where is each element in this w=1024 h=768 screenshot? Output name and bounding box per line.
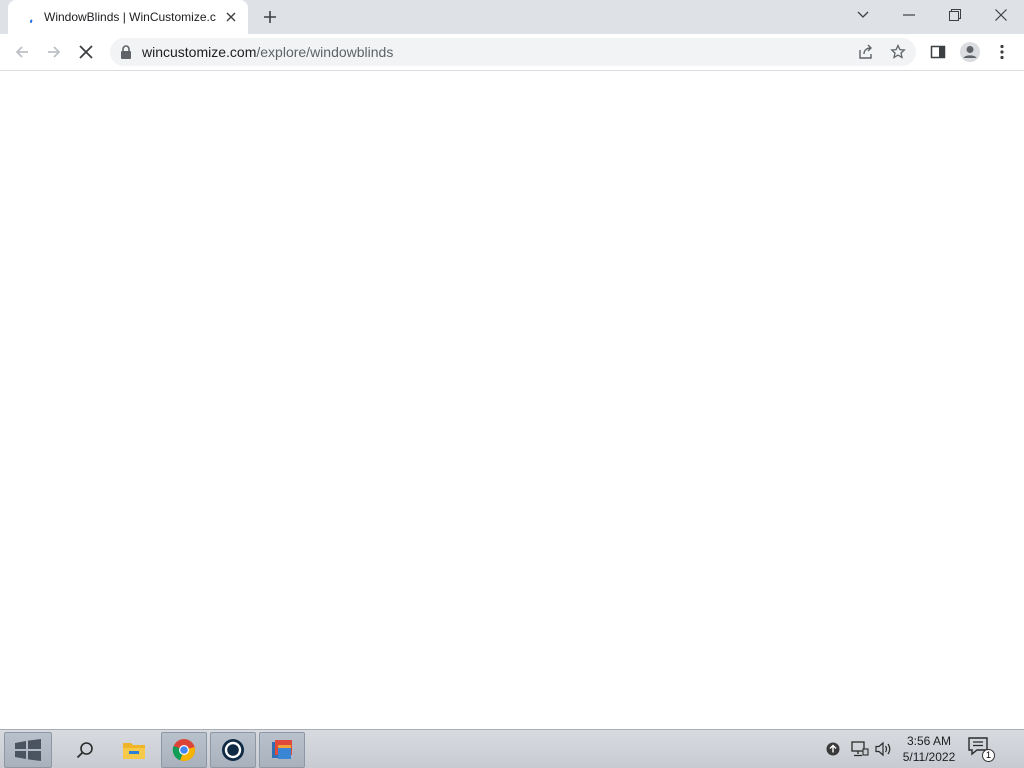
- notification-center-button[interactable]: 1: [968, 737, 995, 763]
- restore-icon[interactable]: [932, 0, 978, 30]
- file-explorer-icon[interactable]: [111, 732, 157, 768]
- star-icon[interactable]: [888, 42, 908, 62]
- lock-icon[interactable]: [120, 45, 132, 59]
- volume-icon[interactable]: [875, 740, 893, 758]
- start-button[interactable]: [4, 732, 52, 768]
- clock-time: 3:56 AM: [906, 734, 952, 748]
- profile-icon[interactable]: [956, 38, 984, 66]
- notification-count-badge: 1: [982, 749, 995, 762]
- close-icon[interactable]: [978, 0, 1024, 30]
- minimize-icon[interactable]: [886, 0, 932, 30]
- page-content: [0, 71, 1024, 729]
- close-icon: [79, 45, 93, 59]
- chrome-icon[interactable]: [161, 732, 207, 768]
- clock-date: 5/11/2022: [902, 750, 956, 764]
- chevron-down-icon[interactable]: [840, 0, 886, 30]
- share-icon[interactable]: [856, 42, 876, 62]
- network-icon[interactable]: [851, 740, 869, 758]
- start-icon: [15, 739, 41, 761]
- address-bar[interactable]: wincustomize.com/explore/windowblinds: [110, 38, 916, 66]
- close-icon[interactable]: [222, 8, 240, 26]
- plus-icon[interactable]: [258, 5, 282, 29]
- loading-spinner-icon: [28, 10, 42, 24]
- search-button[interactable]: [62, 732, 108, 768]
- tab-title: WindowBlinds | WinCustomize.com: [44, 10, 216, 24]
- search-icon: [76, 742, 93, 759]
- kebab-menu-icon[interactable]: [988, 38, 1016, 66]
- arrow-up-icon[interactable]: [824, 740, 842, 758]
- arrow-left-icon[interactable]: [8, 38, 36, 66]
- taskbar-clock[interactable]: 3:56 AM 5/11/2022: [900, 733, 958, 765]
- circle-app-icon[interactable]: [210, 732, 256, 768]
- arrow-right-icon[interactable]: [40, 38, 68, 66]
- browser-tab[interactable]: WindowBlinds | WinCustomize.com: [8, 0, 248, 34]
- taskbar: 3:56 AM 5/11/2022 1: [0, 729, 1024, 768]
- side-panel-icon[interactable]: [924, 38, 952, 66]
- url-path: /explore/windowblinds: [256, 44, 394, 60]
- url-host: wincustomize.com: [142, 44, 257, 60]
- url-text[interactable]: wincustomize.com/explore/windowblinds: [142, 45, 393, 60]
- windowblinds-icon[interactable]: [259, 732, 305, 768]
- stop-loading-button[interactable]: [72, 38, 100, 66]
- browser-toolbar: wincustomize.com/explore/windowblinds: [0, 34, 1024, 71]
- tab-strip: WindowBlinds | WinCustomize.com: [0, 0, 1024, 34]
